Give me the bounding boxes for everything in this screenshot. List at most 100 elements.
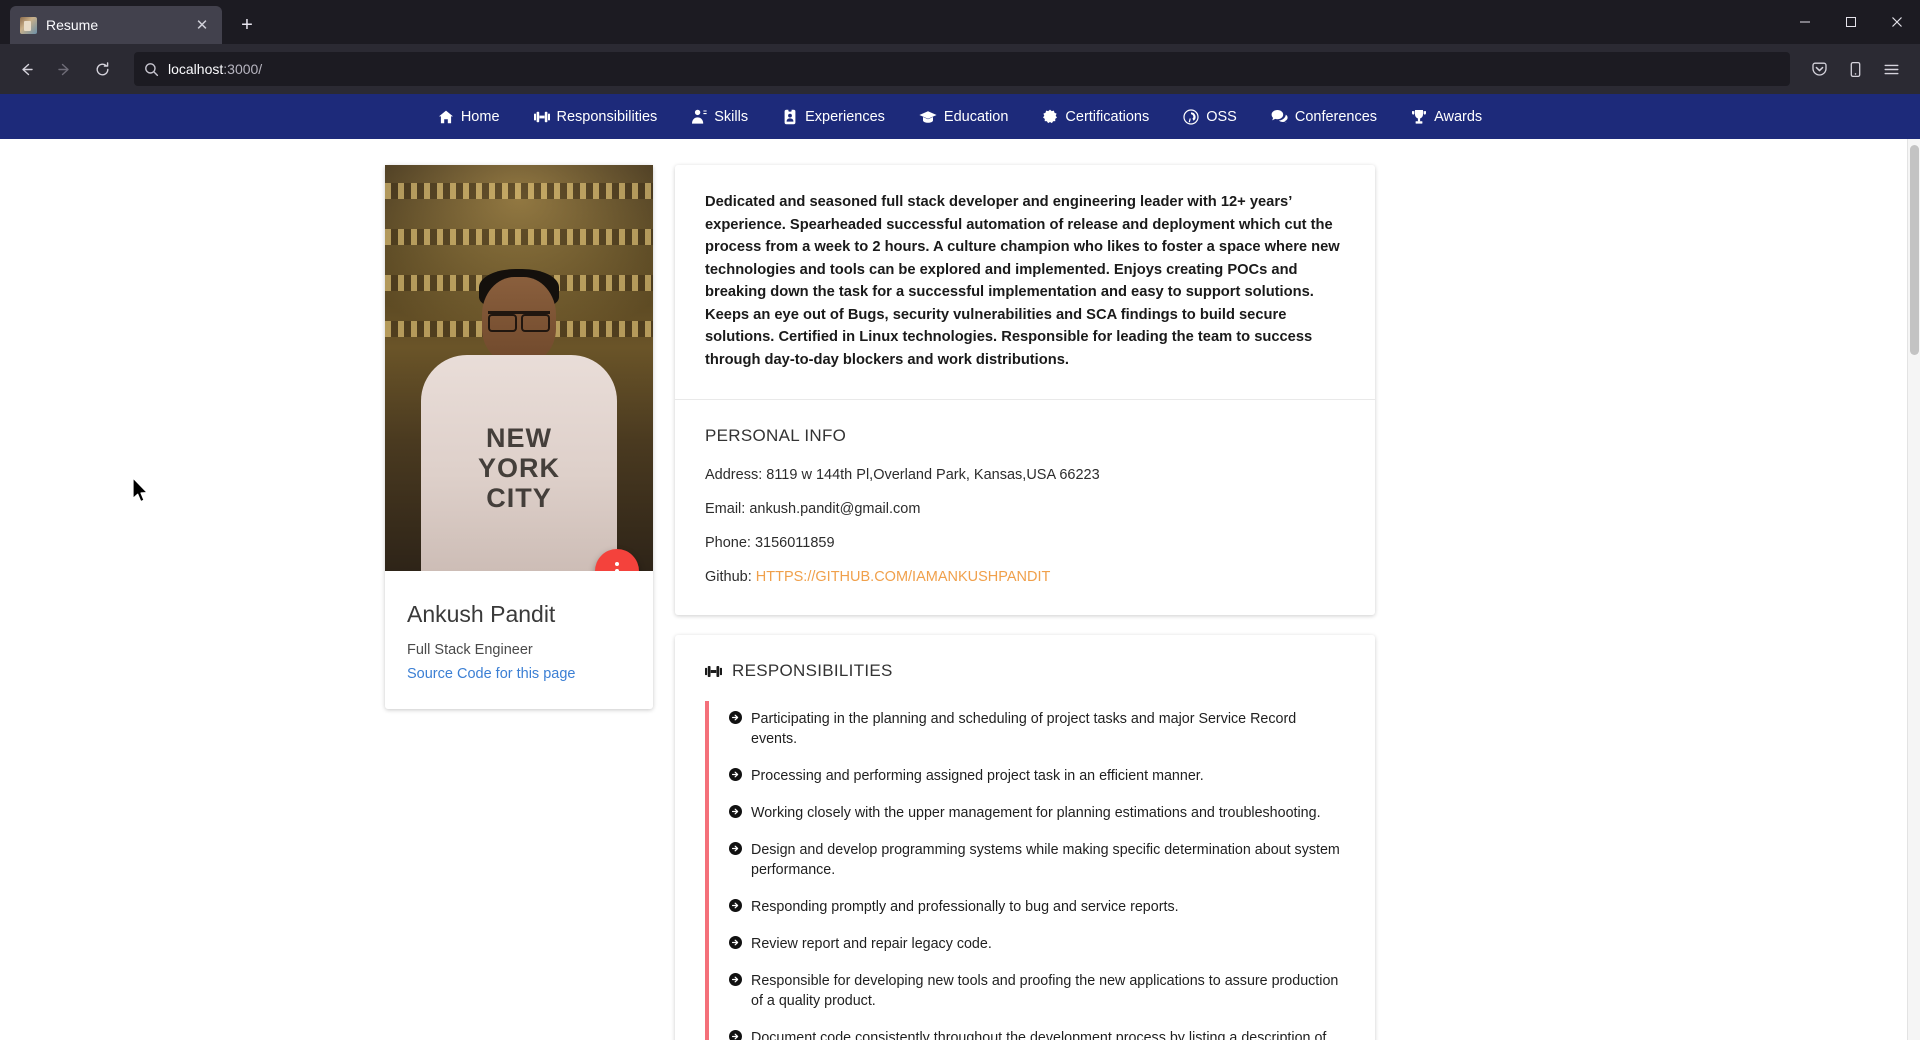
site-navigation: Home Responsibilities Skills Experiences [0, 94, 1920, 139]
nav-item-education[interactable]: Education [902, 109, 1026, 125]
github-label: Github: [705, 569, 752, 585]
nav-item-responsibilities[interactable]: Responsibilities [517, 109, 675, 125]
nav-item-label: Awards [1434, 108, 1483, 125]
nav-item-label: Education [943, 108, 1009, 125]
scrollbar-thumb[interactable] [1910, 145, 1919, 355]
about-panel: Dedicated and seasoned full stack develo… [675, 165, 1375, 615]
mouse-cursor [132, 477, 151, 510]
arrow-circle-right-icon [729, 1030, 742, 1040]
nav-item-label: Skills [714, 108, 749, 125]
responsibilities-heading-label: RESPONSIBILITIES [732, 661, 893, 680]
open-source-icon [1183, 108, 1199, 125]
reload-button[interactable] [84, 52, 120, 86]
responsibility-item: Processing and performing assigned proje… [729, 758, 1345, 795]
page-scrollbar[interactable] [1907, 139, 1920, 1040]
id-badge-icon [782, 108, 798, 125]
responsibility-item: Responding promptly and professionally t… [729, 889, 1345, 926]
nav-item-label: OSS [1206, 108, 1237, 125]
nav-item-certifications[interactable]: Certifications [1025, 109, 1166, 125]
close-window-button[interactable] [1874, 0, 1920, 44]
nav-item-label: Home [460, 108, 500, 125]
graduation-cap-icon [919, 109, 937, 125]
responsibility-item: Responsible for developing new tools and… [729, 963, 1345, 1020]
forward-button[interactable] [46, 52, 82, 86]
profile-title: Full Stack Engineer [407, 642, 533, 658]
email-row: Email: ankush.pandit@gmail.com [705, 501, 921, 517]
tab-strip: Resume ✕ + [0, 0, 1920, 44]
certificate-badge-icon [1042, 109, 1058, 125]
url-bar[interactable]: localhost:3000/ [134, 52, 1790, 86]
tab-title: Resume [46, 17, 99, 33]
responsibility-item: Working closely with the upper managemen… [729, 795, 1345, 832]
browser-tab[interactable]: Resume ✕ [10, 6, 222, 44]
minimize-button[interactable] [1782, 0, 1828, 44]
user-skills-icon [691, 109, 707, 125]
nav-item-experiences[interactable]: Experiences [765, 108, 902, 125]
tshirt-text: NEW YORK CITY [477, 423, 560, 513]
mobile-view-icon[interactable] [1838, 52, 1872, 86]
responsibility-item: Design and develop programming systems w… [729, 832, 1345, 889]
toolbar-actions [1802, 52, 1912, 86]
github-link[interactable]: HTTPS://GITHUB.COM/IAMANKUSHPANDIT [756, 569, 1051, 585]
responsibility-item: Document code consistently throughout th… [729, 1020, 1345, 1040]
url-path: :3000/ [223, 61, 263, 77]
close-icon[interactable]: ✕ [192, 15, 212, 35]
responsibility-item: Participating in the planning and schedu… [729, 701, 1345, 758]
page-content: NEW YORK CITY Ankush Pandit Full Stack E… [0, 139, 1920, 1040]
dumbbell-icon [533, 109, 550, 125]
page-viewport: Home Responsibilities Skills Experiences [0, 94, 1920, 1040]
profile-details: Ankush Pandit Full Stack Engineer Source… [385, 571, 653, 709]
window-controls [1782, 0, 1920, 44]
main-column: Dedicated and seasoned full stack develo… [675, 165, 1375, 1040]
url-host: localhost [168, 61, 224, 77]
url-text: localhost:3000/ [168, 61, 262, 77]
source-code-link[interactable]: Source Code for this page [407, 666, 575, 682]
arrow-circle-right-icon [729, 805, 742, 818]
nav-item-skills[interactable]: Skills [674, 109, 765, 125]
save-to-pocket-icon[interactable] [1802, 52, 1836, 86]
nav-item-conferences[interactable]: Conferences [1254, 109, 1394, 125]
responsibility-text: Participating in the planning and schedu… [751, 711, 1297, 747]
nav-item-oss[interactable]: OSS [1166, 109, 1254, 125]
arrow-circle-right-icon [729, 899, 742, 912]
back-button[interactable] [8, 52, 44, 86]
responsibility-text: Working closely with the upper managemen… [751, 805, 1321, 821]
github-row: Github: HTTPS://GITHUB.COM/IAMANKUSHPAND… [705, 569, 1345, 585]
arrow-circle-right-icon [729, 973, 742, 986]
trophy-icon [1411, 109, 1427, 125]
comments-icon [1271, 109, 1288, 125]
address-row: Address: 8119 w 144th Pl,Overland Park, … [705, 467, 1100, 483]
responsibilities-panel: RESPONSIBILITIES Participating in the pl… [675, 635, 1375, 1040]
browser-window: Resume ✕ + localhost:3000/ Home Responsi… [0, 0, 1920, 1040]
summary-text: Dedicated and seasoned full stack develo… [675, 165, 1375, 400]
profile-name: Ankush Pandit [407, 601, 556, 627]
search-icon [144, 62, 159, 77]
home-icon [438, 109, 454, 125]
nav-item-label: Conferences [1294, 108, 1378, 125]
hamburger-menu-icon[interactable] [1874, 52, 1908, 86]
dumbbell-icon [705, 663, 722, 680]
responsibility-item: Review report and repair legacy code. [729, 926, 1345, 963]
phone-row: Phone: 3156011859 [705, 535, 835, 551]
responsibility-text: Responsible for developing new tools and… [751, 973, 1339, 1009]
nav-item-label: Certifications [1065, 108, 1150, 125]
nav-item-home[interactable]: Home [421, 109, 517, 125]
responsibility-text: Processing and performing assigned proje… [751, 768, 1204, 784]
nav-item-label: Experiences [805, 108, 885, 125]
responsibilities-list: Participating in the planning and schedu… [675, 701, 1375, 1040]
responsibility-text: Responding promptly and professionally t… [751, 899, 1179, 915]
responsibilities-heading: RESPONSIBILITIES [675, 635, 1375, 701]
responsibility-text: Design and develop programming systems w… [751, 842, 1340, 878]
arrow-circle-right-icon [729, 711, 742, 724]
arrow-circle-right-icon [729, 768, 742, 781]
personal-info-section: PERSONAL INFO Address: 8119 w 144th Pl,O… [675, 400, 1375, 615]
profile-photo: NEW YORK CITY [385, 165, 653, 571]
nav-item-label: Responsibilities [556, 108, 658, 125]
arrow-circle-right-icon [729, 936, 742, 949]
new-tab-button[interactable]: + [230, 8, 264, 42]
responsibility-text: Review report and repair legacy code. [751, 936, 992, 952]
nav-item-awards[interactable]: Awards [1394, 109, 1499, 125]
resume-favicon [20, 16, 37, 34]
personal-info-heading: PERSONAL INFO [705, 426, 847, 445]
maximize-button[interactable] [1828, 0, 1874, 44]
